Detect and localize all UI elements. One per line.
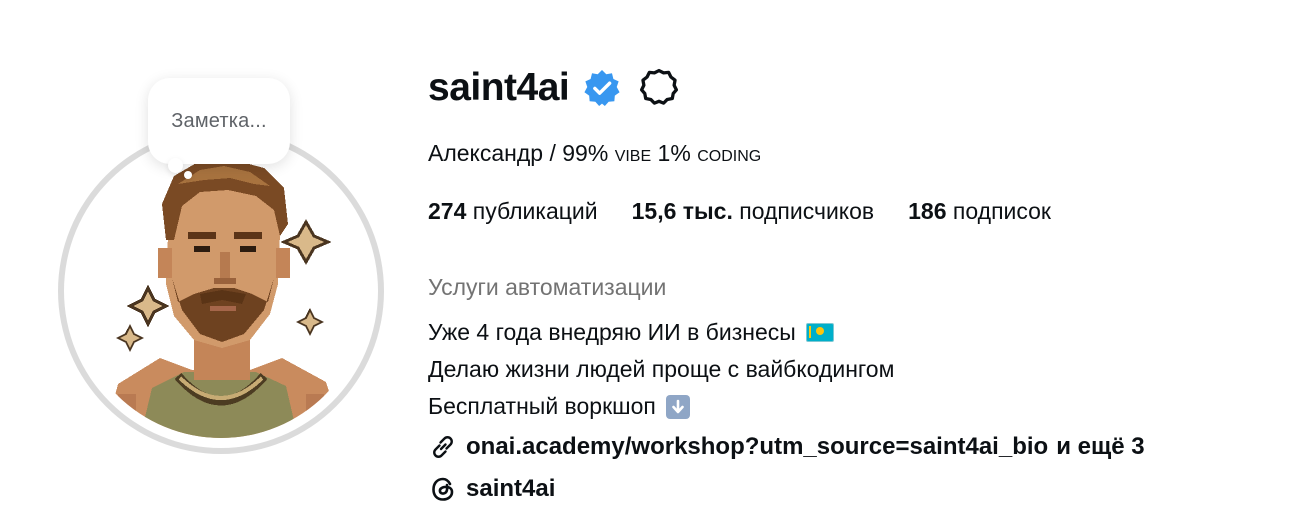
followers-count: 15,6 тыс. — [631, 198, 733, 224]
note-bubble-tail-large — [168, 158, 183, 173]
threads-handle: saint4ai — [466, 475, 556, 502]
avatar[interactable] — [74, 144, 368, 438]
verified-badge-icon — [584, 69, 620, 107]
link-more[interactable]: и ещё 3 — [1056, 433, 1144, 461]
bio-link[interactable]: onai.academy/workshop?utm_source=saint4a… — [428, 432, 1145, 462]
full-name-vibe: vibe — [614, 140, 652, 166]
threads-icon — [432, 477, 454, 501]
stat-posts[interactable]: 274 публикаций — [428, 198, 598, 225]
posts-count: 274 — [428, 198, 467, 224]
note-text: Заметка... — [171, 109, 267, 132]
note-bubble[interactable]: Заметка... — [148, 78, 290, 164]
following-label: подписок — [952, 198, 1051, 224]
options-gear-icon[interactable] — [637, 66, 681, 110]
followers-label: подписчиков — [739, 198, 875, 224]
bio: Уже 4 года внедряю ИИ в бизнесы Делаю жи… — [428, 314, 894, 425]
profile-category: Услуги автоматизации — [428, 274, 667, 300]
bio-line-text: Уже 4 года внедряю ИИ в бизнесы — [428, 319, 796, 345]
full-name-coding: coding — [697, 140, 762, 166]
bio-line: Бесплатный воркшоп — [428, 388, 894, 425]
posts-label: публикаций — [472, 198, 598, 224]
profile-info: saint4ai Александр / 99% vibe 1% coding … — [428, 60, 1308, 502]
avatar-pixel-portrait — [74, 144, 368, 438]
full-name-mid: 1% — [651, 140, 698, 166]
full-name: Александр / 99% vibe 1% coding — [428, 140, 761, 167]
full-name-prefix: Александр / 99% — [428, 140, 615, 166]
stat-followers[interactable]: 15,6 тыс. подписчиков — [632, 198, 875, 225]
note-bubble-tail-small — [184, 171, 192, 179]
bio-line-text: Бесплатный воркшоп — [428, 393, 656, 419]
profile-stats: 274 публикаций 15,6 тыс. подписчиков 186… — [428, 198, 1085, 225]
threads-link[interactable]: saint4ai — [428, 474, 555, 504]
bio-line-text: Делаю жизни людей проще с вайбкодингом — [428, 356, 895, 382]
link-icon — [433, 436, 453, 458]
username: saint4ai — [428, 66, 570, 109]
bio-line: Уже 4 года внедряю ИИ в бизнесы — [428, 314, 894, 351]
down-arrow-icon — [665, 394, 690, 419]
kazakhstan-flag-icon — [805, 323, 834, 342]
username-row: saint4ai — [428, 60, 1308, 116]
bio-line: Делаю жизни людей проще с вайбкодингом — [428, 351, 894, 388]
link-text: onai.academy/workshop?utm_source=saint4a… — [466, 433, 1049, 460]
stat-following[interactable]: 186 подписок — [908, 198, 1051, 225]
avatar-gap — [64, 134, 378, 448]
following-count: 186 — [908, 198, 947, 224]
avatar-ring[interactable] — [58, 128, 384, 454]
